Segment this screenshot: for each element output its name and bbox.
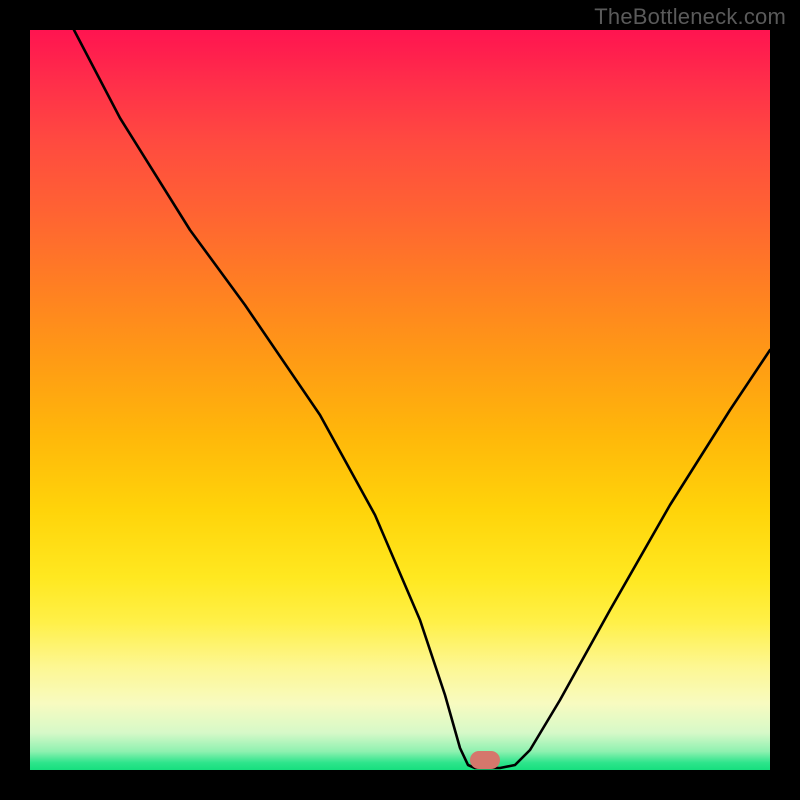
- bottleneck-curve: [74, 30, 770, 768]
- curve-svg: [30, 30, 770, 770]
- plot-area: [30, 30, 770, 770]
- optimum-marker: [470, 751, 500, 769]
- watermark-text: TheBottleneck.com: [594, 4, 786, 30]
